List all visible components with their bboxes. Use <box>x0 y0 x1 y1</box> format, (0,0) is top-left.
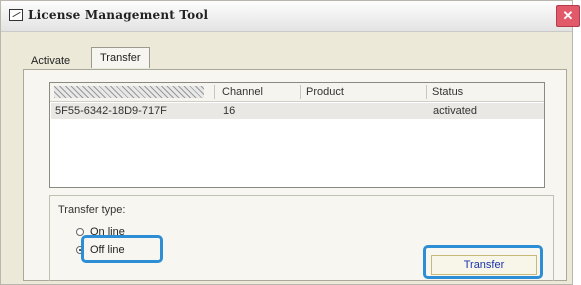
license-management-window: License Management Tool ✕ Activate Trans… <box>0 0 580 285</box>
window-title: License Management Tool <box>28 8 209 22</box>
app-icon <box>9 9 23 21</box>
offline-highlight-outline <box>81 235 163 263</box>
column-separator[interactable] <box>214 85 215 99</box>
column-header-channel[interactable]: Channel <box>222 86 263 98</box>
title-bar: License Management Tool ✕ <box>1 1 580 32</box>
transfer-button-highlight-outline <box>423 245 543 279</box>
column-header-serial[interactable] <box>54 86 204 98</box>
channel-cell: 16 <box>223 105 236 117</box>
close-icon[interactable]: ✕ <box>556 5 580 27</box>
column-header-status[interactable]: Status <box>432 86 463 98</box>
license-list[interactable]: Channel Product Status 5F55-6342-18D9-71… <box>49 82 545 188</box>
column-separator[interactable] <box>426 85 427 99</box>
status-cell: activated <box>433 105 478 117</box>
column-header-product[interactable]: Product <box>306 86 344 98</box>
column-separator[interactable] <box>300 85 301 99</box>
serial-number-cell: 5F55-6342-18D9-717F <box>55 105 167 117</box>
tab-transfer[interactable]: Transfer <box>91 47 150 68</box>
list-header: Channel Product Status <box>50 83 544 102</box>
tab-activate[interactable]: Activate <box>31 51 70 71</box>
transfer-type-label: Transfer type: <box>58 204 126 216</box>
list-item[interactable]: 5F55-6342-18D9-717F 16 activated <box>51 103 544 119</box>
